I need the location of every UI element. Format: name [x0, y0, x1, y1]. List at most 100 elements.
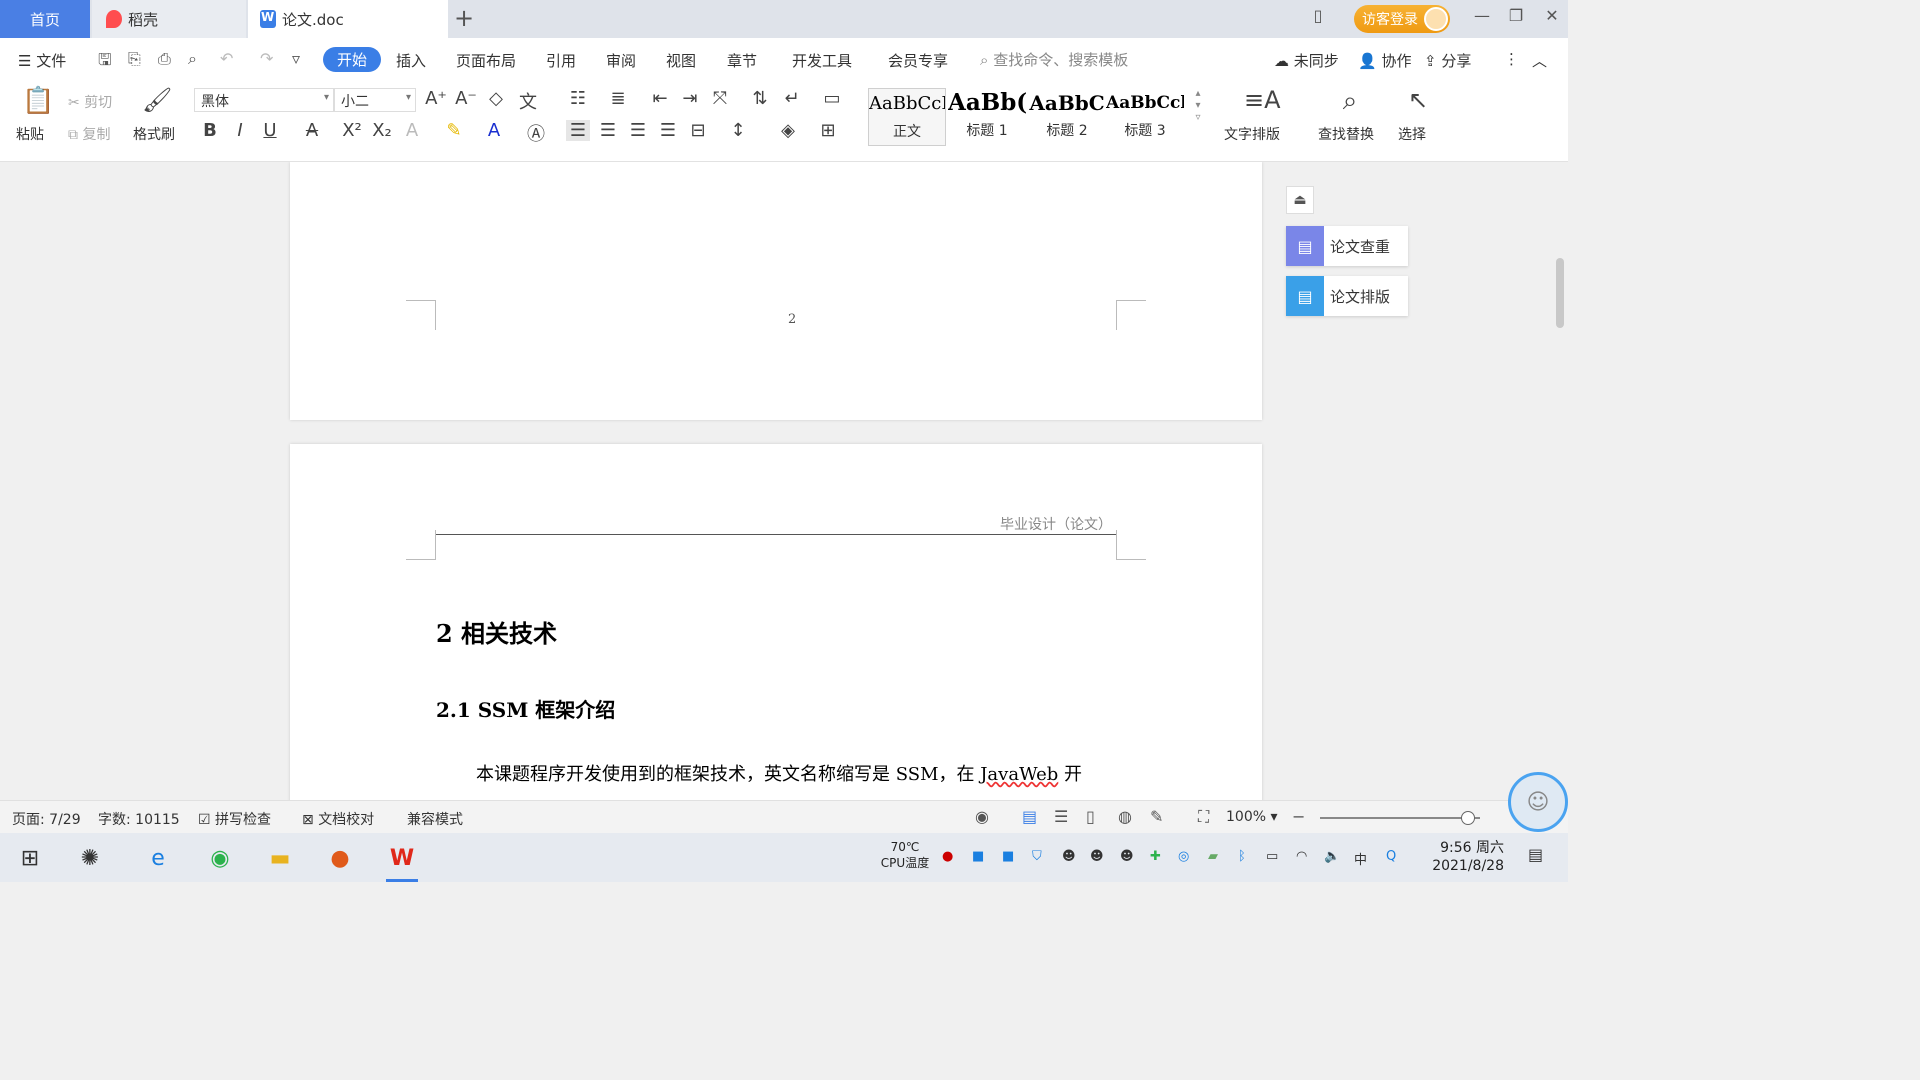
proofread-button[interactable]: ⊠ 文档校对 [302, 809, 374, 829]
undo-icon[interactable]: ↶ [220, 49, 233, 68]
qq-icon[interactable]: ☻ [1062, 849, 1076, 864]
line-spacing-icon[interactable]: ↕ [726, 120, 750, 141]
window-layout-icon[interactable]: ▯ [1306, 6, 1330, 25]
font-size-select[interactable]: 小二 [334, 88, 416, 112]
redo-icon[interactable]: ↷ [260, 49, 273, 68]
tab-review[interactable]: 审阅 [606, 50, 636, 71]
subscript-icon[interactable]: X₂ [370, 120, 394, 141]
minimize-button[interactable]: — [1470, 6, 1494, 25]
justify-icon[interactable]: ☰ [656, 120, 680, 141]
thesis-layout-button[interactable]: ▤ 论文排版 [1286, 276, 1408, 316]
qq-icon[interactable]: ☻ [1090, 849, 1104, 864]
char-border-icon[interactable]: Ⓐ [524, 120, 548, 146]
fit-page-icon[interactable]: ⛶ [1198, 807, 1209, 827]
style-heading-1[interactable]: AaBb( 标题 1 [948, 88, 1026, 146]
app-orange-icon[interactable]: ● [320, 838, 360, 878]
font-name-select[interactable]: 黑体 [194, 88, 334, 112]
system-clock[interactable]: 9:56 周六 2021/8/28 [1428, 839, 1504, 875]
file-menu[interactable]: ☰ 文件 [18, 50, 66, 71]
tab-insert[interactable]: 插入 [396, 50, 426, 71]
shrink-font-icon[interactable]: A⁻ [454, 88, 478, 109]
collaborate-button[interactable]: 👤 协作 [1358, 50, 1411, 71]
ime-indicator[interactable]: 中 [1354, 849, 1367, 868]
sync-button[interactable]: ☁ 未同步 [1274, 50, 1339, 71]
chinese-layout-icon[interactable]: ⤧ [708, 88, 732, 109]
find-replace-button[interactable]: 查找替换 [1318, 124, 1374, 144]
scrollbar-thumb[interactable] [1556, 258, 1564, 328]
share-button[interactable]: ⇪ 分享 [1424, 50, 1471, 71]
close-button[interactable]: ✕ [1540, 6, 1564, 25]
windows-start-icon[interactable]: ⊞ [10, 838, 50, 878]
cut-button[interactable]: ✂ 剪切 [68, 92, 112, 112]
spell-check-button[interactable]: ☑ 拼写检查 [198, 809, 271, 829]
zoom-slider-handle[interactable] [1461, 811, 1475, 825]
ruler-icon[interactable]: ▭ [820, 88, 844, 109]
tab-developer[interactable]: 开发工具 [792, 50, 852, 71]
eye-protection-icon[interactable]: ◉ [975, 807, 989, 826]
wifi-icon[interactable]: ◠ [1296, 849, 1307, 864]
customize-toolbar-icon[interactable]: ▿ [292, 49, 300, 68]
show-marks-icon[interactable]: ↵ [780, 88, 804, 109]
thesis-check-button[interactable]: ▤ 论文查重 [1286, 226, 1408, 266]
shield-icon[interactable]: ⛉ [1032, 849, 1042, 864]
highlight-icon[interactable]: ✎ [442, 120, 466, 141]
format-painter-icon[interactable]: 🖌 [142, 86, 172, 114]
style-normal[interactable]: AaBbCcI 正文 [868, 88, 946, 146]
tab-member[interactable]: 会员专享 [888, 50, 948, 71]
superscript-icon[interactable]: X² [340, 120, 364, 141]
write-mode-icon[interactable]: ✎ [1150, 807, 1163, 826]
ie-browser-icon[interactable]: e [138, 838, 178, 878]
reading-view-icon[interactable]: ▯ [1086, 807, 1095, 826]
find-replace-icon[interactable]: ⌕ [1338, 86, 1362, 117]
italic-icon[interactable]: I [228, 120, 252, 141]
app-launcher-icon[interactable]: ✺ [70, 838, 110, 878]
tab-home-ribbon[interactable]: 开始 [323, 47, 382, 72]
outline-view-icon[interactable]: ☰ [1054, 807, 1068, 826]
zoom-slider[interactable] [1320, 811, 1480, 825]
bullet-list-icon[interactable]: ☷ [566, 88, 590, 109]
underline-icon[interactable]: U [258, 120, 282, 141]
restore-button[interactable]: ❐ [1504, 6, 1528, 25]
save-icon[interactable]: 🖫 [98, 49, 112, 76]
style-heading-3[interactable]: AaBbCcl 标题 3 [1106, 88, 1184, 146]
tab-references[interactable]: 引用 [546, 50, 576, 71]
browser-360-icon[interactable]: ◉ [200, 838, 240, 878]
document-page[interactable]: 2 [290, 162, 1262, 420]
tab-document[interactable]: 论文.doc [248, 0, 448, 38]
battery-icon[interactable]: ▭ [1266, 849, 1278, 864]
print-preview-icon[interactable]: ⌕ [188, 49, 197, 69]
align-right-icon[interactable]: ☰ [626, 120, 650, 141]
bold-icon[interactable]: B [198, 120, 222, 141]
tray-app-icon[interactable]: ■ [1002, 849, 1014, 864]
cursor-select-icon[interactable]: ↖ [1406, 86, 1430, 114]
styles-scroll-icon[interactable]: ▴ ▾ ▿ [1186, 88, 1210, 124]
text-effect-icon[interactable]: A [400, 120, 424, 141]
increase-indent-icon[interactable]: ⇥ [678, 88, 702, 109]
copy-button[interactable]: ⧉ 复制 [68, 124, 110, 144]
volume-icon[interactable]: 🔈 [1324, 849, 1340, 864]
tab-home[interactable]: 首页 [0, 0, 90, 38]
web-view-icon[interactable]: ◍ [1118, 807, 1132, 826]
decrease-indent-icon[interactable]: ⇤ [648, 88, 672, 109]
format-painter-button[interactable]: 格式刷 [133, 124, 175, 144]
print-icon[interactable]: ⎙ [158, 49, 171, 69]
collapse-ribbon-icon[interactable]: ︿ [1532, 50, 1547, 71]
side-panel-collapse-button[interactable]: ⏏ [1286, 186, 1314, 214]
tray-app-icon[interactable]: ✚ [1150, 849, 1161, 864]
guest-login-button[interactable]: 访客登录 [1354, 5, 1450, 33]
word-count[interactable]: 字数: 10115 [98, 809, 180, 829]
text-layout-button[interactable]: 文字排版 [1224, 124, 1280, 144]
strikethrough-icon[interactable]: A [300, 120, 324, 141]
tray-app-icon[interactable]: ■ [972, 849, 984, 864]
font-color-icon[interactable]: A [482, 120, 506, 141]
new-tab-button[interactable]: + [452, 4, 476, 32]
tab-daoke[interactable]: 稻壳 [92, 0, 246, 38]
tab-chapter[interactable]: 章节 [727, 50, 757, 71]
grow-font-icon[interactable]: A⁺ [424, 88, 448, 109]
distribute-icon[interactable]: ⊟ [686, 120, 710, 141]
qq-icon[interactable]: ☻ [1120, 849, 1134, 864]
style-heading-2[interactable]: AaBbC 标题 2 [1028, 88, 1106, 146]
select-button[interactable]: 选择 [1398, 124, 1426, 144]
more-icon[interactable]: ⋮ [1504, 50, 1519, 68]
zoom-out-icon[interactable]: − [1292, 807, 1305, 826]
